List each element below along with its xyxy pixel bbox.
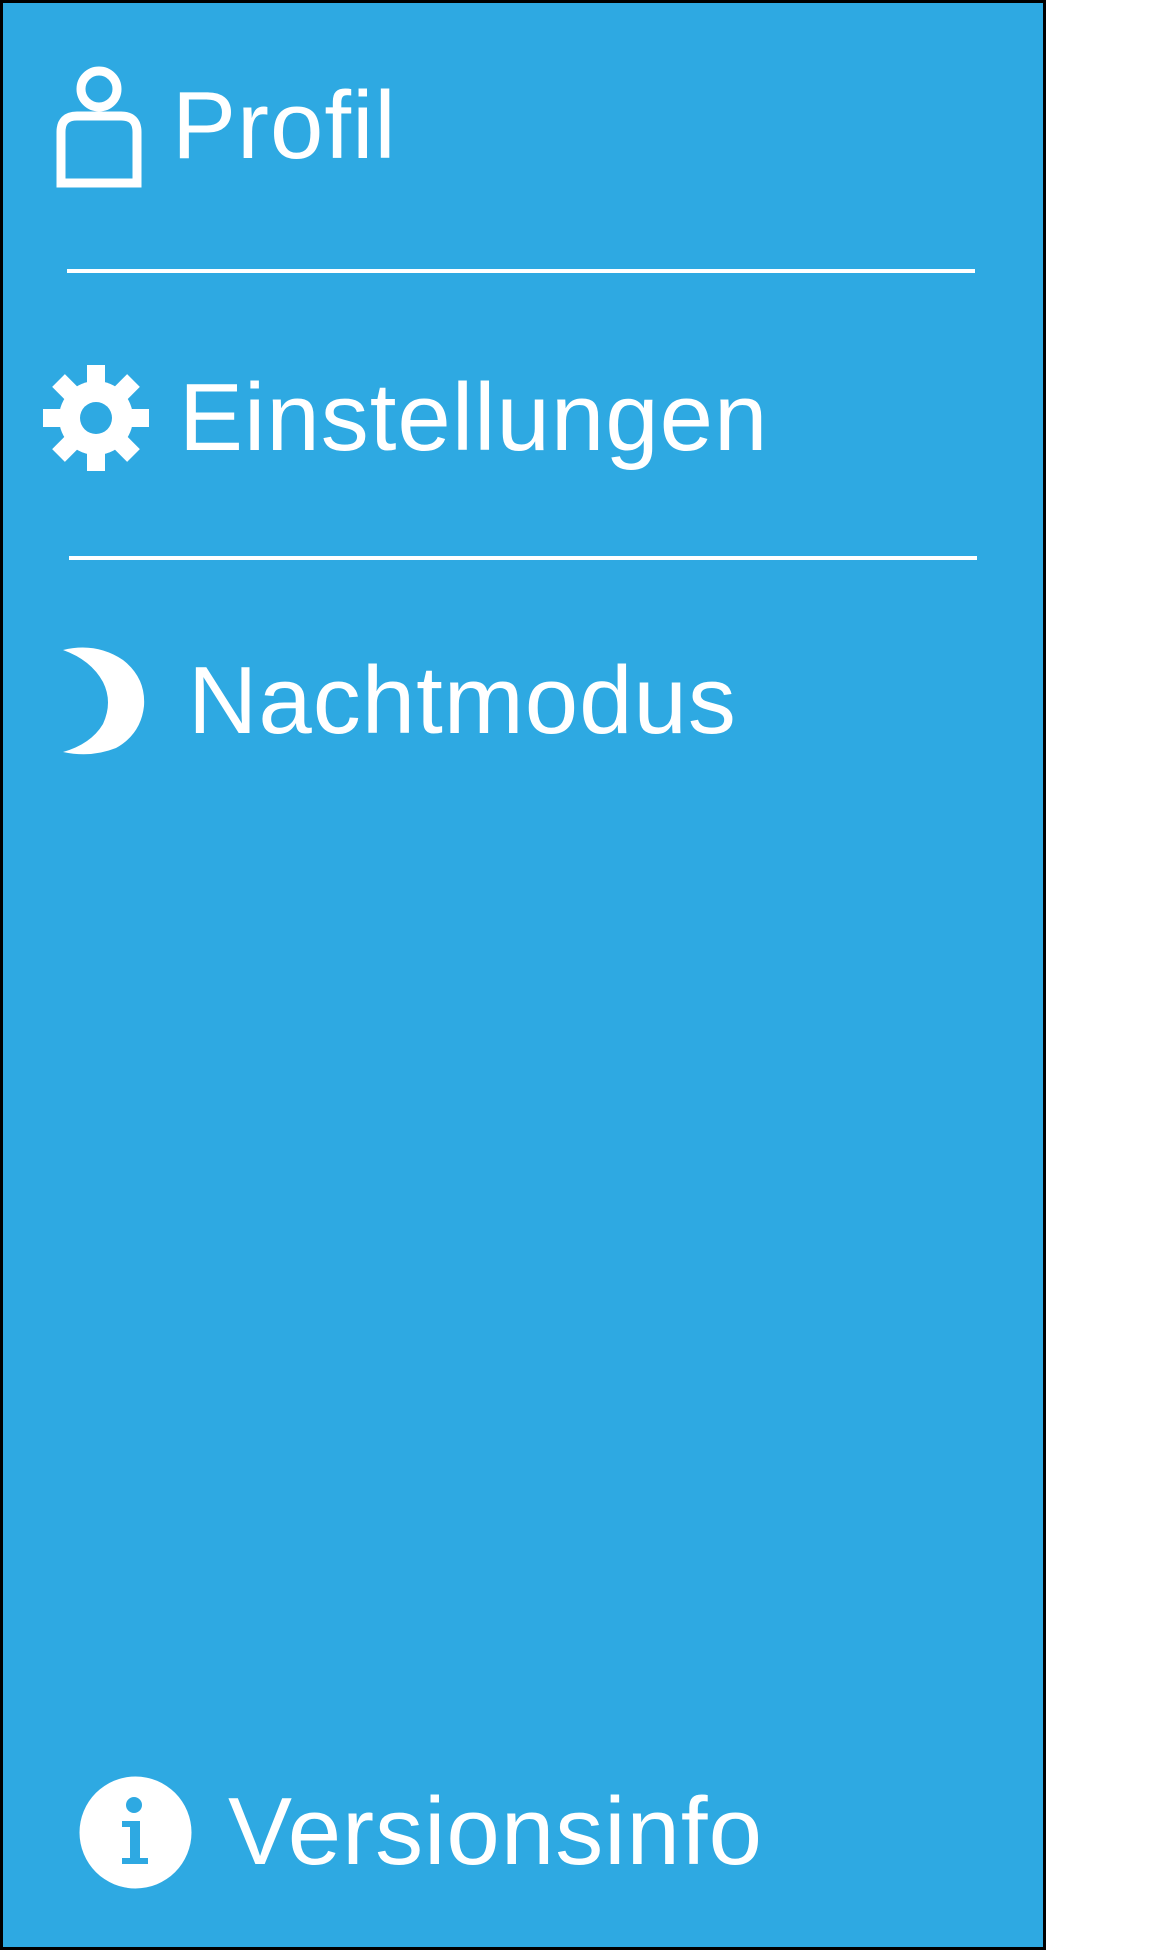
menu-item-night-mode[interactable]: Nachtmodus xyxy=(61,643,737,758)
user-icon xyxy=(56,64,142,188)
navigation-drawer: Profil Einstellungen Nachtmodus Versions… xyxy=(0,0,1046,1950)
info-icon xyxy=(78,1775,193,1890)
menu-item-label: Versionsinfo xyxy=(228,1778,763,1885)
divider xyxy=(67,269,975,273)
menu-item-profile[interactable]: Profil xyxy=(56,61,397,191)
menu-item-label: Einstellungen xyxy=(179,364,769,471)
menu-item-label: Nachtmodus xyxy=(188,646,737,754)
menu-item-settings[interactable]: Einstellungen xyxy=(43,363,768,473)
gear-icon xyxy=(43,365,149,471)
divider xyxy=(69,556,977,560)
moon-icon xyxy=(61,646,146,756)
menu-item-label: Profil xyxy=(172,72,397,179)
menu-item-version-info[interactable]: Versionsinfo xyxy=(78,1773,763,1891)
